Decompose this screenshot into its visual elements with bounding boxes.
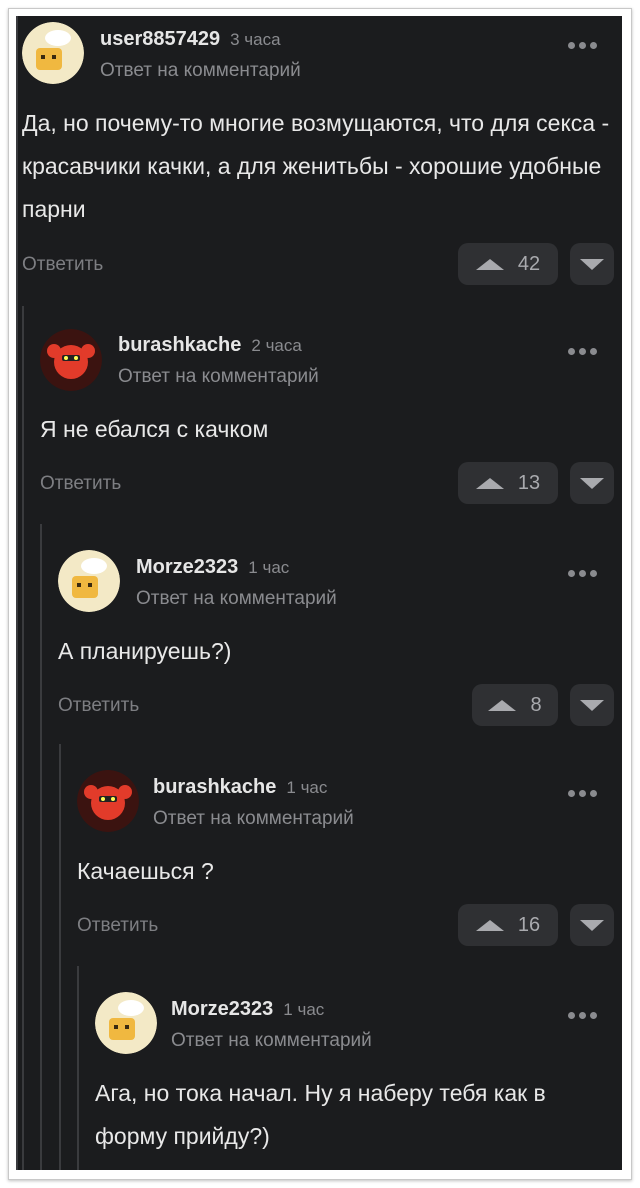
arrow-down-icon xyxy=(580,258,604,270)
vote-count: 13 xyxy=(517,471,541,494)
thread-line xyxy=(16,16,18,1170)
chef-avatar[interactable] xyxy=(58,550,120,612)
timestamp: 1 час xyxy=(283,1000,325,1019)
comment: user8857429 3 часа Ответ на комментарий Д… xyxy=(20,16,622,306)
chef-avatar[interactable] xyxy=(22,22,84,84)
vote-count: 16 xyxy=(517,913,541,936)
reply-button[interactable]: Ответить xyxy=(58,695,139,717)
comment: Morze2323 1 час Ответ на комментарий А пл… xyxy=(56,524,622,744)
comment: Morze2323 1 час Ответ на комментарий Ага,… xyxy=(93,966,622,1170)
vote-count: 8 xyxy=(530,693,542,716)
lobster-avatar[interactable] xyxy=(77,770,139,832)
lobster-avatar[interactable] xyxy=(40,329,102,391)
more-options-icon[interactable] xyxy=(568,36,606,49)
thread-line xyxy=(40,524,42,1170)
comment: burashkache 2 часа Ответ на комментарий Я… xyxy=(38,306,622,524)
more-options-icon[interactable] xyxy=(568,564,606,577)
comment-text: Качаешься ? xyxy=(77,858,214,884)
comment-text: Да, но почему-то многие возмущаются, что… xyxy=(22,110,610,222)
arrow-up-icon xyxy=(475,258,504,270)
reply-to-link[interactable]: Ответ на комментарий xyxy=(100,60,301,82)
reply-to-link[interactable]: Ответ на комментарий xyxy=(136,588,337,610)
arrow-up-icon xyxy=(475,919,504,931)
username[interactable]: burashkache 1 час xyxy=(153,776,327,799)
reply-to-link[interactable]: Ответ на комментарий xyxy=(153,808,354,830)
comment: burashkache 1 час Ответ на комментарий Ка… xyxy=(75,744,622,966)
username[interactable]: Morze2323 1 час xyxy=(136,556,289,579)
downvote-button[interactable] xyxy=(570,684,614,726)
more-options-icon[interactable] xyxy=(568,1006,606,1019)
arrow-up-icon xyxy=(488,699,517,711)
comment-text: А планируешь?) xyxy=(58,638,232,664)
thread-line xyxy=(22,306,24,1170)
upvote-button[interactable]: 42 xyxy=(458,243,558,285)
timestamp: 2 часа xyxy=(251,336,302,355)
reply-to-link[interactable]: Ответ на комментарий xyxy=(171,1030,372,1052)
more-options-icon[interactable] xyxy=(568,342,606,355)
more-options-icon[interactable] xyxy=(568,784,606,797)
arrow-down-icon xyxy=(580,699,604,711)
upvote-button[interactable]: 13 xyxy=(458,462,558,504)
timestamp: 1 час xyxy=(286,778,328,797)
reply-button[interactable]: Ответить xyxy=(22,254,103,276)
chef-avatar[interactable] xyxy=(95,992,157,1054)
thread-line xyxy=(59,744,61,1170)
comment-text: Ага, но тока начал. Ну я наберу тебя как… xyxy=(95,1080,546,1149)
comments-screen: user8857429 3 часа Ответ на комментарий Д… xyxy=(16,16,622,1170)
arrow-down-icon xyxy=(580,919,604,931)
downvote-button[interactable] xyxy=(570,462,614,504)
arrow-up-icon xyxy=(475,477,504,489)
username[interactable]: user8857429 3 часа xyxy=(100,28,281,51)
username[interactable]: Morze2323 1 час xyxy=(171,998,324,1021)
upvote-button[interactable]: 16 xyxy=(458,904,558,946)
timestamp: 3 часа xyxy=(230,30,281,49)
comment-text: Я не ебался с качком xyxy=(40,416,269,442)
reply-button[interactable]: Ответить xyxy=(40,473,121,495)
username[interactable]: burashkache 2 часа xyxy=(118,334,302,357)
vote-count: 42 xyxy=(517,252,541,275)
timestamp: 1 час xyxy=(248,558,290,577)
upvote-button[interactable]: 8 xyxy=(472,684,558,726)
downvote-button[interactable] xyxy=(570,904,614,946)
reply-button[interactable]: Ответить xyxy=(77,915,158,937)
arrow-down-icon xyxy=(580,477,604,489)
downvote-button[interactable] xyxy=(570,243,614,285)
reply-to-link[interactable]: Ответ на комментарий xyxy=(118,366,319,388)
thread-line xyxy=(77,966,79,1170)
